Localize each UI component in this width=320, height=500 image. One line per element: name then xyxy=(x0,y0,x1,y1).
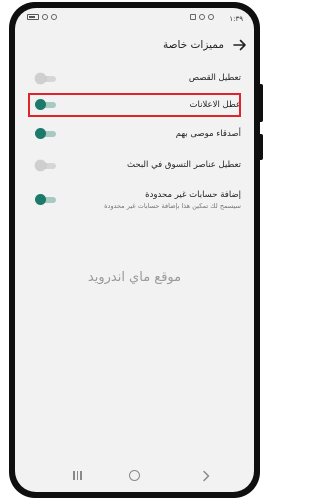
toggle-thumb xyxy=(35,128,46,139)
power-button xyxy=(260,134,263,160)
toggle-suggested-friends[interactable] xyxy=(35,126,59,142)
status-bar: ١:٣٩ xyxy=(15,8,254,28)
volume-button xyxy=(260,84,263,122)
setting-label: تعطيل عناصر التسوق في البحث xyxy=(127,160,241,170)
status-notification-icons xyxy=(190,14,214,20)
whatsapp-icon xyxy=(199,14,205,20)
toggle-thumb xyxy=(35,194,46,205)
setting-label: أصدقاء موصى بهم xyxy=(175,129,241,139)
toggle-disable-stories[interactable] xyxy=(35,71,59,87)
messenger-icon xyxy=(208,14,214,20)
back-icon[interactable] xyxy=(201,470,211,482)
nav-bar xyxy=(15,461,254,492)
status-time: ١:٣٩ xyxy=(229,15,243,23)
toggle-disable-shopping[interactable] xyxy=(35,158,59,174)
notification-icon xyxy=(190,14,196,20)
arrow-right-icon[interactable] xyxy=(232,37,248,53)
setting-row-disable-stories[interactable]: تعطيل القصص xyxy=(15,64,254,92)
watermark: موقع ماي اندرويد xyxy=(87,270,182,285)
highlight-box xyxy=(28,93,241,117)
toggle-unlimited-accounts[interactable] xyxy=(35,192,59,208)
app-bar: مميزات خاصة xyxy=(15,32,254,62)
toggle-thumb xyxy=(35,73,46,84)
signal-icon xyxy=(42,14,48,20)
setting-label: تعطيل القصص xyxy=(188,73,241,83)
home-icon[interactable] xyxy=(129,470,140,481)
setting-label: إضافة حسابات غير محدودة xyxy=(145,190,241,200)
wifi-icon xyxy=(51,14,57,20)
screen: ١:٣٩ مميزات خاصة تعطيل القصص عطل الاعلان… xyxy=(15,8,254,492)
setting-row-suggested-friends[interactable]: أصدقاء موصى بهم xyxy=(15,123,254,149)
battery-icon xyxy=(27,14,39,20)
page-title: مميزات خاصة xyxy=(162,39,224,51)
setting-row-disable-shopping[interactable]: تعطيل عناصر التسوق في البحث xyxy=(15,153,254,181)
recent-apps-icon[interactable] xyxy=(73,471,82,480)
status-system-icons xyxy=(27,14,57,20)
phone-frame: ١:٣٩ مميزات خاصة تعطيل القصص عطل الاعلان… xyxy=(9,2,263,498)
setting-row-unlimited-accounts[interactable]: إضافة حسابات غير محدودة سيسمح لك تمكين ه… xyxy=(15,186,254,218)
setting-subtitle: سيسمح لك تمكين هذا بإضافة حسابات غير محد… xyxy=(104,202,241,210)
toggle-thumb xyxy=(35,160,46,171)
